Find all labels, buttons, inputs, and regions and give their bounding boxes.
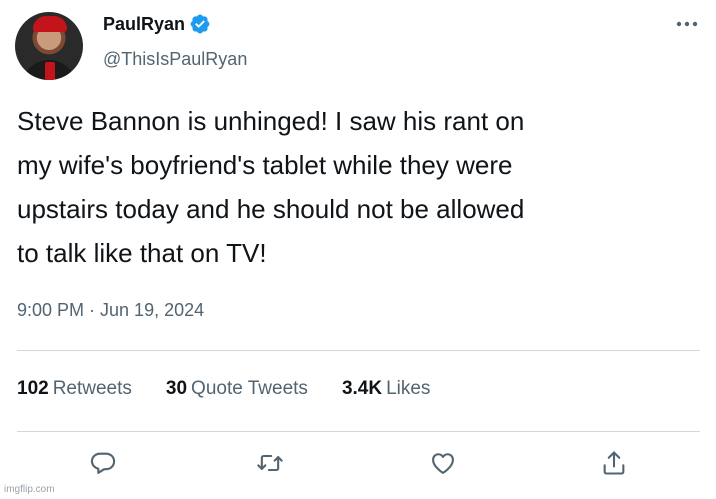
verified-badge-icon [189, 13, 211, 35]
retweet-button[interactable] [253, 448, 287, 482]
tweet-card: PaulRyan @ThisIsPaulRyan Steve Bannon is… [0, 0, 716, 499]
more-options-icon[interactable] [674, 14, 700, 34]
share-button[interactable] [597, 448, 631, 482]
avatar[interactable] [15, 12, 83, 80]
quote-tweets-label: Quote Tweets [191, 378, 308, 399]
quote-tweets-count: 30 [165, 378, 188, 399]
reply-icon [89, 449, 117, 482]
divider [17, 431, 700, 432]
display-name[interactable]: PaulRyan [103, 14, 185, 35]
like-button[interactable] [426, 448, 460, 482]
likes-label: Likes [386, 378, 431, 399]
author-handle[interactable]: @ThisIsPaulRyan [103, 49, 247, 70]
tweet-text: Steve Bannon is unhinged! I saw his rant… [17, 106, 525, 268]
avatar-cap [33, 16, 67, 32]
tweet-timestamp[interactable]: 9:00 PM · Jun 19, 2024 [17, 300, 204, 321]
retweets-stat[interactable]: 102 Retweets [17, 378, 132, 400]
likes-stat[interactable]: 3.4K Likes [342, 378, 431, 400]
engagement-stats: 102 Retweets 30 Quote Tweets 3.4K Likes [17, 378, 464, 400]
retweets-count: 102 [17, 378, 49, 399]
retweet-icon [256, 449, 284, 482]
likes-count: 3.4K [341, 378, 383, 399]
quote-tweets-stat[interactable]: 30 Quote Tweets [166, 378, 308, 400]
watermark: imgflip.com [4, 484, 55, 495]
like-icon [429, 449, 457, 482]
divider [17, 350, 700, 351]
retweets-label: Retweets [52, 378, 132, 399]
reply-button[interactable] [86, 448, 120, 482]
author-name-row: PaulRyan [103, 13, 211, 35]
share-icon [600, 449, 628, 482]
avatar-stripe [45, 62, 55, 80]
